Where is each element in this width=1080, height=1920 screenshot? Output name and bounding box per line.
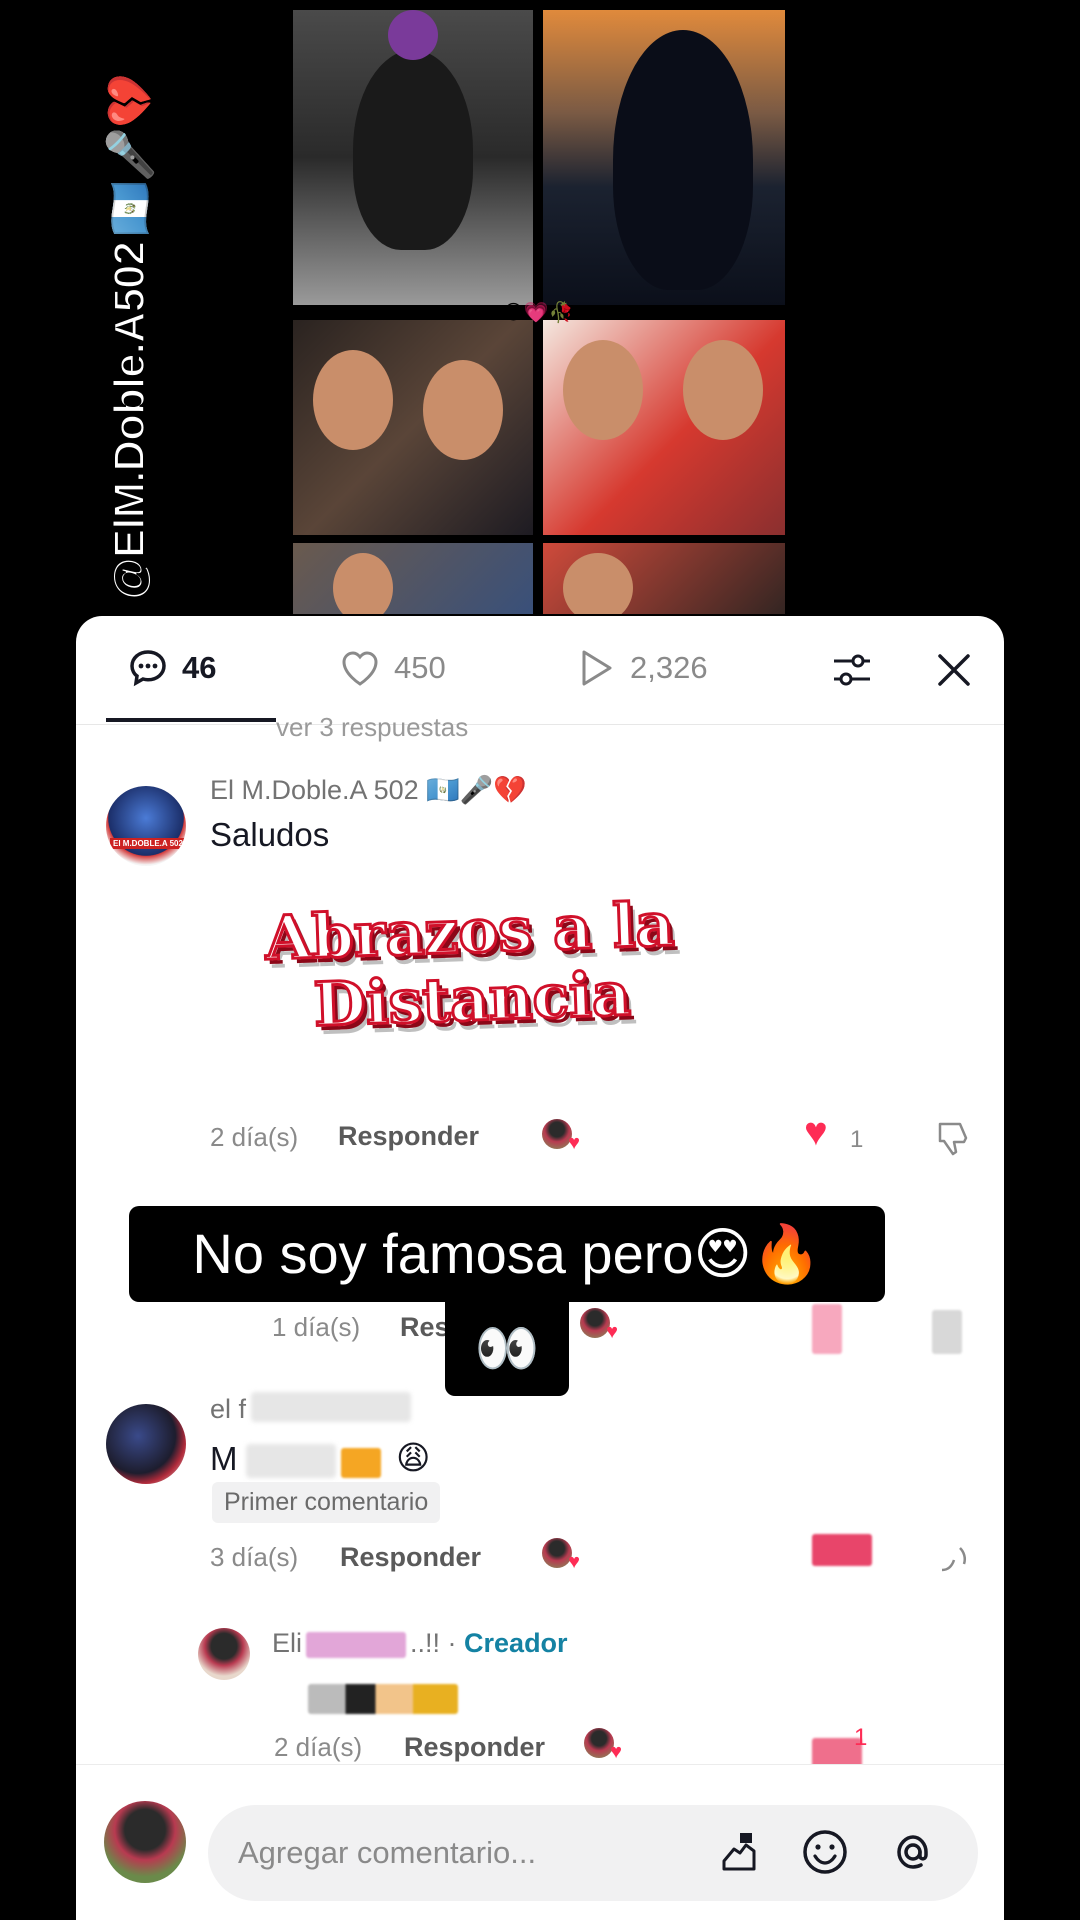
creator-liked-icon: ♥ xyxy=(580,1308,618,1343)
blurred-like xyxy=(812,1534,872,1566)
creator-liked-icon: ♥ xyxy=(584,1728,622,1763)
watermark-emojis: 🇬🇹🎤💔 xyxy=(105,74,156,237)
blurred-reply-text xyxy=(308,1684,458,1714)
dislike-icon[interactable] xyxy=(934,1118,974,1158)
likes-count: 450 xyxy=(394,650,446,685)
view-replies-link[interactable]: ver 3 respuestas xyxy=(276,712,468,743)
comment-time: 3 día(s) xyxy=(210,1542,299,1572)
sheet-tabs: 46 450 2,326 xyxy=(76,616,1004,725)
filter-icon[interactable] xyxy=(830,648,874,692)
comment-icon xyxy=(130,650,166,687)
comment-time: 1 día(s) xyxy=(272,1312,361,1342)
creator-label: Creador xyxy=(464,1628,568,1658)
heart-icon xyxy=(342,651,378,686)
emoji-icon[interactable] xyxy=(800,1827,850,1877)
tab-plays[interactable]: 2,326 xyxy=(574,646,708,690)
reply-username-suffix: ..!! · xyxy=(410,1628,457,1658)
comments-count: 46 xyxy=(182,650,217,685)
comment-input-placeholder: Agregar comentario... xyxy=(238,1835,537,1870)
avatar-label: El M.DOBLE.A 502 xyxy=(110,838,186,849)
plays-count: 2,326 xyxy=(630,650,708,685)
blurred-emoji xyxy=(341,1448,381,1478)
image-upload-icon[interactable] xyxy=(714,1827,764,1877)
like-icon[interactable]: ♥ xyxy=(804,1110,828,1155)
video-collage[interactable]: 😩💗🥀 xyxy=(293,10,785,614)
comment-sticker: Abrazos a la Distancia xyxy=(234,888,708,1042)
photo-tile xyxy=(293,543,533,614)
tab-comments[interactable]: 46 xyxy=(126,646,216,690)
like-count: 1 xyxy=(854,1724,868,1751)
reply-username: Eli ..!! · Creador xyxy=(272,1628,568,1659)
comment-time: 2 día(s) xyxy=(210,1122,299,1152)
photo-tile xyxy=(293,320,533,535)
caption-eyes-overlay: 👀 xyxy=(445,1300,569,1396)
reply-button[interactable]: Res xyxy=(400,1312,450,1343)
comment-text: M xyxy=(210,1440,238,1477)
avatar[interactable] xyxy=(106,1404,186,1484)
blurred-username xyxy=(251,1392,411,1422)
blurred-text xyxy=(246,1444,336,1478)
mention-icon[interactable] xyxy=(888,1827,938,1877)
tab-likes[interactable]: 450 xyxy=(338,646,446,690)
photo-tile xyxy=(293,10,533,305)
reply-button[interactable]: Responder xyxy=(404,1732,545,1763)
comment-emoji: 😩 xyxy=(396,1439,431,1476)
comment-username[interactable]: El M.Doble.A 502 🇬🇹🎤💔 xyxy=(210,774,527,806)
reply-username-text[interactable]: Eli xyxy=(272,1628,302,1658)
like-count: 1 xyxy=(850,1126,864,1153)
close-icon[interactable] xyxy=(932,648,976,692)
avatar[interactable]: El M.DOBLE.A 502 xyxy=(106,786,186,866)
comment-text: Saludos xyxy=(210,816,330,853)
creator-liked-icon: ♥ xyxy=(542,1119,580,1154)
collage-emojis: 😩💗🥀 xyxy=(503,302,574,324)
dislike-icon[interactable] xyxy=(936,1540,976,1580)
comment-time: 2 día(s) xyxy=(274,1732,363,1762)
reply-button[interactable]: Responder xyxy=(340,1542,481,1573)
photo-tile xyxy=(543,543,785,614)
comment-input[interactable]: Agregar comentario... xyxy=(208,1805,978,1901)
video-caption-overlay: No soy famosa pero😍🔥 xyxy=(129,1206,885,1302)
watermark-handle: @ElM.Doble.A502 xyxy=(104,241,155,601)
watermark: @ElM.Doble.A502 🇬🇹🎤💔 xyxy=(95,40,165,601)
comment-username[interactable]: el f xyxy=(210,1394,246,1425)
first-comment-badge: Primer comentario xyxy=(212,1482,441,1523)
comment-input-bar: Agregar comentario... xyxy=(76,1764,1004,1920)
play-icon xyxy=(582,650,612,686)
active-tab-indicator xyxy=(106,718,276,722)
blurred-username xyxy=(306,1631,407,1658)
reply-button[interactable]: Responder xyxy=(338,1121,479,1152)
photo-tile xyxy=(543,320,785,535)
blurred-dislike xyxy=(932,1310,962,1354)
my-avatar xyxy=(104,1801,186,1883)
avatar[interactable] xyxy=(198,1628,250,1680)
photo-tile xyxy=(543,10,785,305)
creator-liked-icon: ♥ xyxy=(542,1538,580,1573)
blurred-like xyxy=(812,1304,842,1354)
